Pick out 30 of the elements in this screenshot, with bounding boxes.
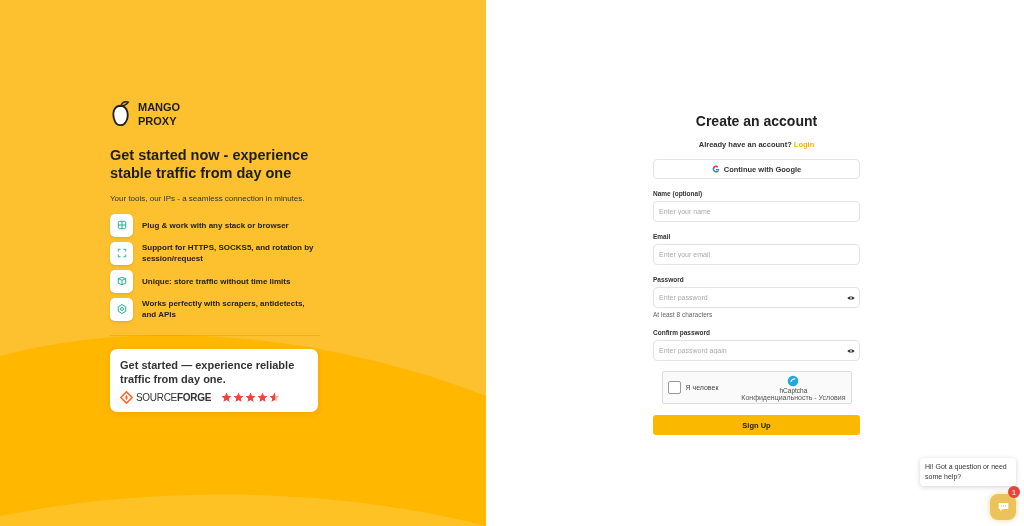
feature-text: Support for HTTPS, SOCKS5, and rotation by session/request: [142, 242, 315, 264]
star-icon: [269, 392, 281, 403]
notification-badge: 1: [1008, 486, 1020, 498]
chat-button[interactable]: [990, 494, 1016, 520]
star-icon: [221, 392, 233, 403]
feature-icon: [110, 297, 133, 321]
headline: Get started now - experience stable traffic from day one: [110, 146, 310, 182]
google-icon: [711, 165, 720, 173]
brand-name: MANGO: [138, 100, 181, 114]
star-icon: [245, 392, 257, 403]
feature-icon: [110, 213, 133, 237]
diamond-logo-icon: [120, 391, 133, 404]
feature-icon: [110, 269, 133, 293]
feature-icon: [110, 241, 133, 265]
feature-text: Plug & work with any stack or browser: [142, 219, 290, 231]
captcha-logo-icon: [787, 374, 800, 387]
mango-logo-icon: [110, 100, 132, 128]
feature-text: Unique: store traffic without time limits: [142, 275, 292, 287]
form-title: Create an account: [694, 113, 819, 129]
star-icon: [257, 392, 269, 403]
eye-icon[interactable]: [847, 347, 855, 354]
source-name: SOURCEFORGE: [136, 392, 212, 403]
eye-icon[interactable]: [847, 294, 855, 301]
chat-icon: [997, 502, 1009, 512]
feature-text: Works perfectly with scrapers, antidetects, and APIs: [142, 298, 306, 320]
subtitle: Your tools, our IPs - a seamless connection in minutes.: [110, 194, 306, 203]
brand-name: PROXY: [138, 114, 178, 128]
star-icon: [233, 392, 245, 403]
captcha-checkbox[interactable]: [667, 381, 681, 394]
review-text: Get started — experience reliable traffic from day one.: [120, 358, 296, 386]
